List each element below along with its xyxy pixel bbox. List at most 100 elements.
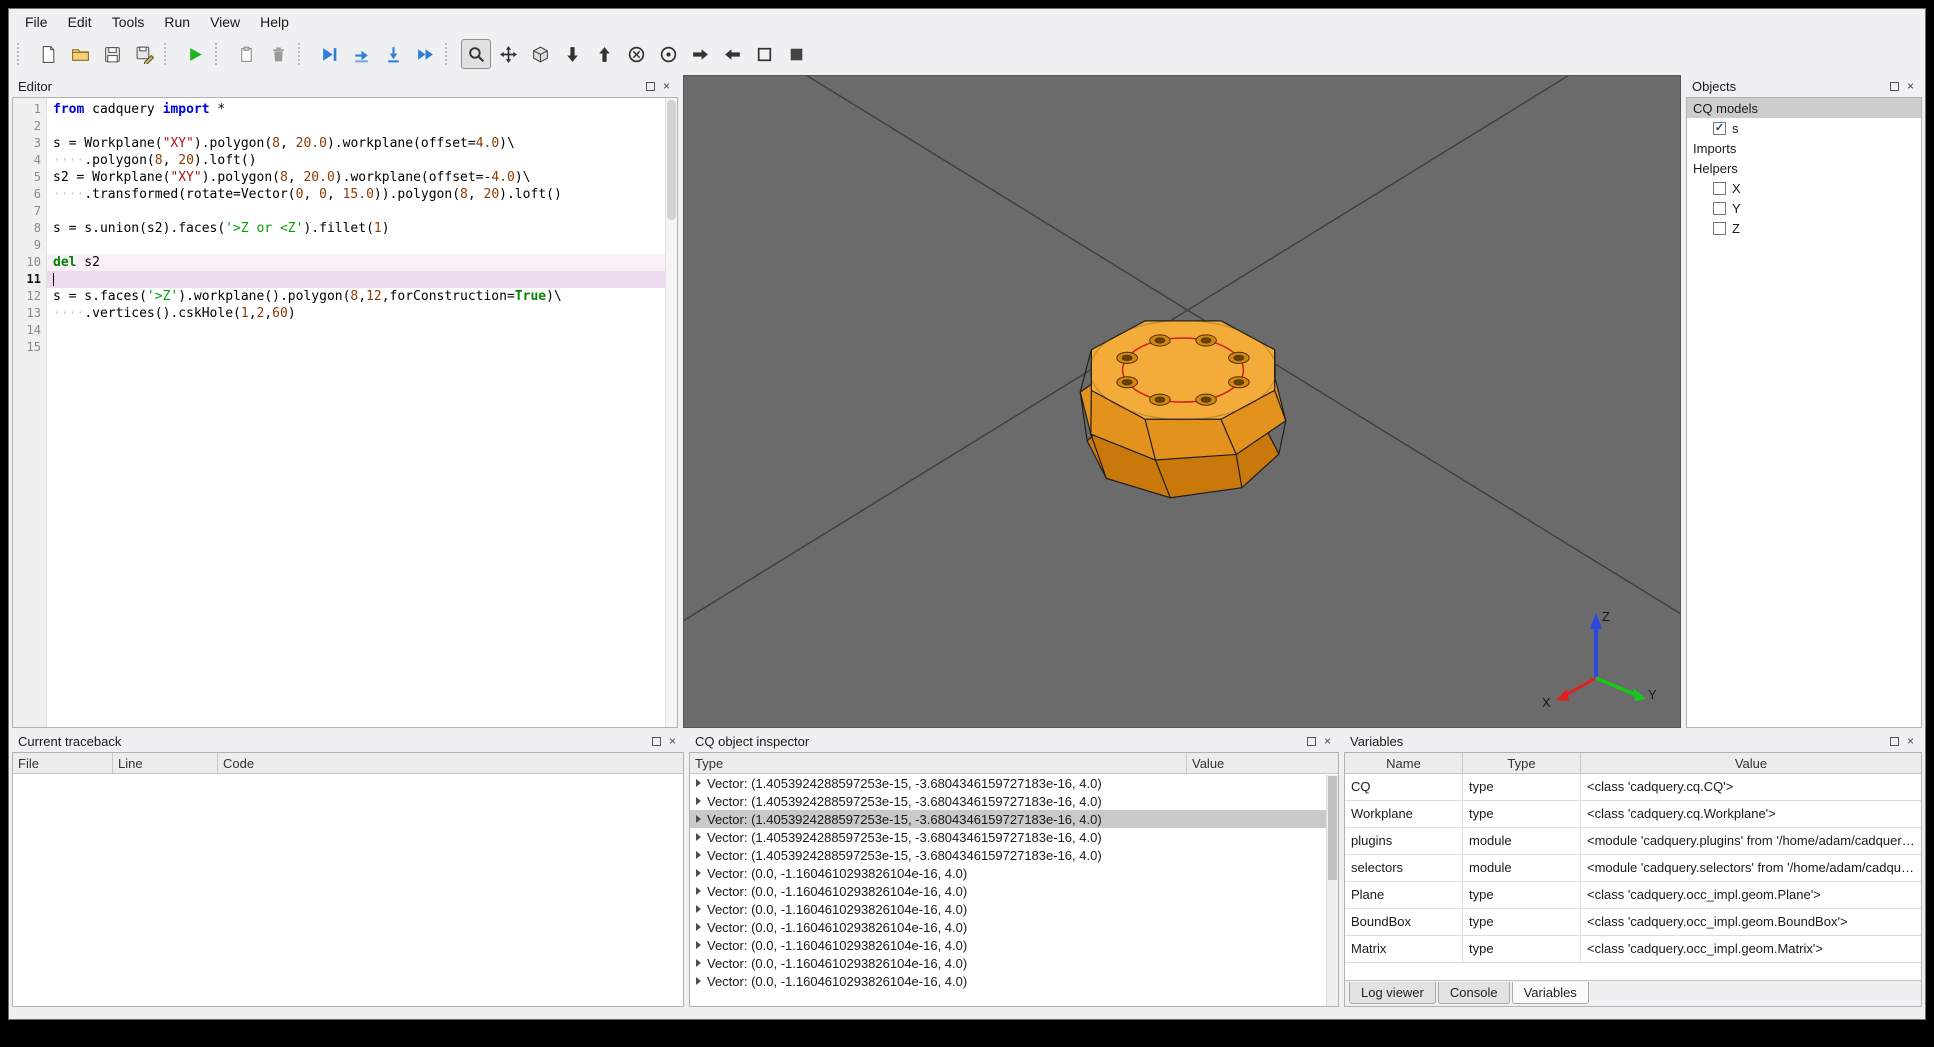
variable-row[interactable]: Matrix type <class 'cadquery.occ_impl.geom… [1345,936,1921,963]
new-file-button[interactable] [33,39,63,69]
checkbox[interactable] [1713,201,1726,215]
fit-all-button[interactable] [493,39,523,69]
inspector-row[interactable]: Vector: (0.0, -1.1604610293826104e-16, 4… [690,954,1338,972]
editor-code[interactable]: from cadquery import * s = Workplane("XY"… [47,98,677,727]
variable-row[interactable]: plugins module <module 'cadquery.plugins' … [1345,828,1921,855]
iso-view-button[interactable] [525,39,555,69]
variable-row[interactable]: Workplane type <class 'cadquery.cq.Workpla… [1345,801,1921,828]
checkbox[interactable]: ✓ [1713,121,1726,135]
expand-icon[interactable] [696,779,701,787]
expand-icon[interactable] [696,833,701,841]
shaded-button[interactable] [781,39,811,69]
editor-content[interactable]: 1 2 3 4 5 6 7 8 9 10 11 12 13 14 15 from cadquery impo… [12,97,678,728]
cad-model[interactable] [1050,295,1316,537]
expand-icon[interactable] [696,959,701,967]
float-icon[interactable] [1307,736,1316,746]
step-in-button[interactable] [378,39,408,69]
variable-row[interactable]: CQ type <class 'cadquery.cq.CQ'> [1345,774,1921,801]
editor-scrollbar[interactable] [665,98,677,727]
close-icon[interactable]: × [667,734,678,748]
save-button[interactable] [97,39,127,69]
inspector-row[interactable]: Vector: (0.0, -1.1604610293826104e-16, 4… [690,882,1338,900]
expand-icon[interactable] [696,887,701,895]
inspector-row[interactable]: Vector: (1.4053924288597253e-15, -3.6804… [690,846,1338,864]
close-icon[interactable]: × [1905,734,1916,748]
right-view-button[interactable] [717,39,747,69]
status-bar [9,1007,1925,1019]
continue-button[interactable] [410,39,440,69]
tab-variables[interactable]: Variables [1511,982,1589,1004]
front-view-button[interactable] [621,39,651,69]
debug-button[interactable] [314,39,344,69]
expand-icon[interactable] [696,905,701,913]
variable-row[interactable]: Plane type <class 'cadquery.occ_impl.geom.… [1345,882,1921,909]
inspector-row[interactable]: Vector: (0.0, -1.1604610293826104e-16, 4… [690,936,1338,954]
menu-edit[interactable]: Edit [58,11,102,33]
inspector-row[interactable]: Vector: (1.4053924288597253e-15, -3.6804… [690,774,1338,792]
inspector-row[interactable]: Vector: (1.4053924288597253e-15, -3.6804… [690,810,1338,828]
scrollbar-thumb[interactable] [1328,776,1337,880]
floppy-edit-icon [135,45,154,64]
tree-item-x[interactable]: X [1687,178,1921,198]
expand-icon[interactable] [696,851,701,859]
menu-tools[interactable]: Tools [102,11,155,33]
scrollbar-thumb[interactable] [667,100,676,220]
variable-row[interactable]: selectors module <module 'cadquery.selecto… [1345,855,1921,882]
tree-item-helpers[interactable]: Helpers [1687,158,1921,178]
checkbox[interactable] [1713,221,1726,235]
float-icon[interactable] [1890,736,1899,746]
tree-item-y[interactable]: Y [1687,198,1921,218]
expand-icon[interactable] [696,941,701,949]
float-icon[interactable] [1890,81,1899,91]
left-view-button[interactable] [685,39,715,69]
clipboard-icon [237,45,256,64]
tree-item-cq-models[interactable]: CQ models [1687,98,1921,118]
tab-log-viewer[interactable]: Log viewer [1349,982,1436,1004]
back-view-button[interactable] [653,39,683,69]
tree-item-z[interactable]: Z [1687,218,1921,238]
inspector-row[interactable]: Vector: (0.0, -1.1604610293826104e-16, 4… [690,864,1338,882]
tree-item-imports[interactable]: Imports [1687,138,1921,158]
viewport-3d[interactable]: Z X Y [683,75,1681,728]
open-button[interactable] [65,39,95,69]
menu-run[interactable]: Run [154,11,200,33]
inspector-row[interactable]: Vector: (0.0, -1.1604610293826104e-16, 4… [690,918,1338,936]
inspector-row[interactable]: Vector: (1.4053924288597253e-15, -3.6804… [690,828,1338,846]
expand-icon[interactable] [696,815,701,823]
close-icon[interactable]: × [661,79,672,93]
step-button[interactable] [346,39,376,69]
line-number: 4 [33,153,41,167]
copy-button[interactable] [231,39,261,69]
delete-button[interactable] [263,39,293,69]
variable-row[interactable]: BoundBox type <class 'cadquery.occ_impl.ge… [1345,909,1921,936]
menu-help[interactable]: Help [250,11,299,33]
menu-file[interactable]: File [15,11,58,33]
inspector-row[interactable]: Vector: (0.0, -1.1604610293826104e-16, 4… [690,972,1338,990]
expand-icon[interactable] [696,869,701,877]
menu-view[interactable]: View [200,11,250,33]
render-button[interactable] [180,39,210,69]
tab-console[interactable]: Console [1437,982,1510,1004]
expand-icon[interactable] [696,797,701,805]
inspector-row[interactable]: Vector: (1.4053924288597253e-15, -3.6804… [690,792,1338,810]
trash-icon [269,45,288,64]
close-icon[interactable]: × [1322,734,1333,748]
expand-icon[interactable] [696,923,701,931]
float-icon[interactable] [646,81,655,91]
inspector-row[interactable]: Vector: (0.0, -1.1604610293826104e-16, 4… [690,900,1338,918]
wireframe-button[interactable] [749,39,779,69]
float-icon[interactable] [652,736,661,746]
inspector-scrollbar[interactable] [1326,775,1338,1006]
top-view-button[interactable] [557,39,587,69]
dbg-step-in-icon [384,45,403,64]
save-as-button[interactable] [129,39,159,69]
square-outline-icon [755,45,774,64]
expand-icon[interactable] [696,977,701,985]
bottom-view-button[interactable] [589,39,619,69]
zoom-button[interactable] [461,39,491,69]
checkbox[interactable] [1713,181,1726,195]
toolbar-handle [215,43,224,65]
close-icon[interactable]: × [1905,79,1916,93]
objects-dock: Objects × CQ models ✓ s Imports Helpers X Y Z [1686,75,1922,728]
tree-item-s[interactable]: ✓ s [1687,118,1921,138]
